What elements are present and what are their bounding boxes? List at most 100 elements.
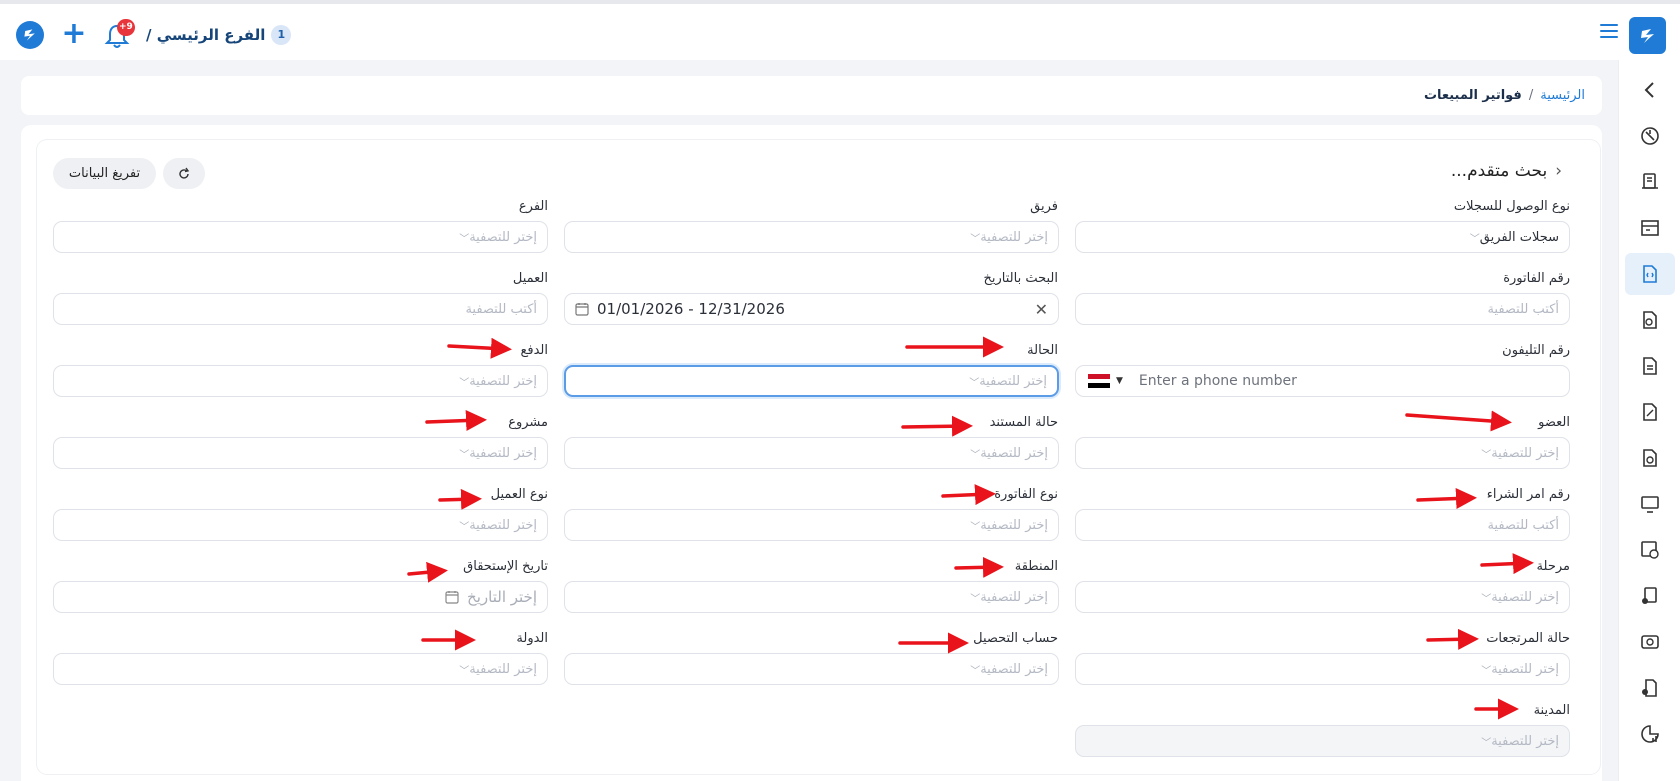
po-number-input[interactable]: أكتب للتصفية xyxy=(1075,509,1570,541)
breadcrumb-separator: / xyxy=(1528,88,1534,103)
dashboard-icon[interactable] xyxy=(1625,115,1675,157)
member-select[interactable]: إختر للتصفية ﹀ xyxy=(1075,437,1570,469)
branch-label: الفرع xyxy=(518,199,548,214)
record-access-type-select[interactable]: سجلات الفريق ﹀ xyxy=(1075,221,1570,253)
city-label: المدينة xyxy=(1533,703,1570,718)
chevron-down-icon: ﹀ xyxy=(459,521,470,533)
documents-icon[interactable] xyxy=(1625,345,1675,387)
returns-status-select[interactable]: إختر للتصفية ﹀ xyxy=(1075,653,1570,685)
breadcrumb-home-link[interactable]: الرئيسية xyxy=(1540,88,1585,103)
chevron-down-icon: ﹀ xyxy=(459,377,470,389)
breadcrumb-current: فواتير المبيعات xyxy=(1423,88,1522,103)
add-receipt-icon[interactable] xyxy=(1625,575,1675,617)
menu-icon[interactable] xyxy=(1600,24,1618,40)
member-label: العضو xyxy=(1538,415,1570,430)
branch-select[interactable]: إختر للتصفية ﹀ xyxy=(53,221,548,253)
country-label: الدولة xyxy=(516,631,548,646)
project-label: مشروع xyxy=(508,415,548,430)
customer-type-select[interactable]: إختر للتصفية ﹀ xyxy=(53,509,548,541)
credit-notes-icon[interactable] xyxy=(1625,391,1675,433)
chevron-down-icon: ﹀ xyxy=(1481,593,1492,605)
record-access-type-label: نوع الوصول للسجلات xyxy=(1453,199,1570,214)
chevron-down-icon: ﹀ xyxy=(1469,233,1480,245)
payment-select[interactable]: إختر للتصفية ﹀ xyxy=(53,365,548,397)
clear-data-button[interactable]: تفريغ البيانات xyxy=(53,158,156,189)
chevron-down-icon: ﹀ xyxy=(969,377,980,389)
project-select[interactable]: إختر للتصفية ﹀ xyxy=(53,437,548,469)
company-logo-icon[interactable] xyxy=(16,21,44,49)
phone-label: رقم التليفون xyxy=(1502,343,1570,358)
branch-name: الفرع الرئيسي / xyxy=(146,26,266,44)
date-search-label: البحث بالتاريخ xyxy=(983,271,1059,286)
date-range-picker[interactable]: 01/01/2026 - 12/31/2026 ✕ xyxy=(564,293,1059,325)
chevron-down-icon: ﹀ xyxy=(970,593,981,605)
country-select[interactable]: إختر للتصفية ﹀ xyxy=(53,653,548,685)
chevron-down-icon: ﹀ xyxy=(459,233,470,245)
clear-date-icon[interactable]: ✕ xyxy=(1035,300,1048,319)
add-document-icon[interactable] xyxy=(1625,529,1675,571)
store-icon[interactable] xyxy=(1625,207,1675,249)
collapse-chevron-icon[interactable] xyxy=(1625,69,1675,111)
add-icon[interactable]: + xyxy=(59,19,89,50)
calendar-icon xyxy=(445,591,459,604)
invoice-type-select[interactable]: إختر للتصفية ﹀ xyxy=(564,509,1059,541)
chevron-down-icon: ﹀ xyxy=(459,665,470,677)
breadcrumb: الرئيسية / فواتير المبيعات xyxy=(21,76,1602,115)
phone-input[interactable]: ▼ Enter a phone number xyxy=(1075,365,1570,397)
invoice-number-input[interactable]: أكتب للتصفية xyxy=(1075,293,1570,325)
screen-icon[interactable] xyxy=(1625,483,1675,525)
pos-icon[interactable] xyxy=(1625,161,1675,203)
stage-select[interactable]: إختر للتصفية ﹀ xyxy=(1075,581,1570,613)
invoice-type-label: نوع الفاتورة xyxy=(994,487,1058,502)
refresh-button[interactable] xyxy=(163,158,205,189)
country-dropdown-icon[interactable]: ▼ xyxy=(1116,376,1123,386)
due-date-picker[interactable]: إختر التاريخ xyxy=(53,581,548,613)
chevron-down-icon: ﹀ xyxy=(970,233,981,245)
user-document-icon[interactable] xyxy=(1625,667,1675,709)
app-logo-icon[interactable] xyxy=(1629,17,1666,54)
advanced-search-title: بحث متقدم... xyxy=(1450,161,1548,181)
customer-type-label: نوع العميل xyxy=(490,487,548,502)
chevron-down-icon: ﹀ xyxy=(970,665,981,677)
advanced-search-toggle[interactable]: ‹ بحث متقدم... xyxy=(1451,161,1562,181)
calendar-icon xyxy=(575,303,589,316)
payment-label: الدفع xyxy=(520,343,548,358)
phone-placeholder: Enter a phone number xyxy=(1138,373,1297,389)
po-number-label: رقم امر الشراء xyxy=(1486,487,1570,502)
status-label: الحالة xyxy=(1027,343,1058,358)
sidebar xyxy=(1618,60,1680,781)
reports-chart-icon[interactable] xyxy=(1625,713,1675,755)
team-label: فريق xyxy=(1030,199,1058,214)
team-select[interactable]: إختر للتصفية ﹀ xyxy=(564,221,1059,253)
refresh-icon xyxy=(179,167,190,179)
returns-status-label: حالة المرتجعات xyxy=(1486,631,1570,646)
branch-number-badge: 1 xyxy=(271,25,292,45)
cash-icon[interactable] xyxy=(1625,621,1675,663)
due-date-label: تاريخ الإستحقاق xyxy=(463,559,548,574)
region-select[interactable]: إختر للتصفية ﹀ xyxy=(564,581,1059,613)
invoice-number-label: رقم الفاتورة xyxy=(1503,271,1570,286)
chevron-left-icon: ‹ xyxy=(1555,161,1562,181)
customer-input[interactable]: أكتب للتصفية xyxy=(53,293,548,325)
notification-badge: +9 xyxy=(117,19,135,36)
sales-invoices-icon[interactable] xyxy=(1625,253,1675,295)
chevron-down-icon: ﹀ xyxy=(1481,449,1492,461)
region-label: المنطقة xyxy=(1014,559,1058,574)
branch-selector[interactable]: 1 الفرع الرئيسي / xyxy=(146,22,292,48)
customer-label: العميل xyxy=(512,271,548,286)
top-bar: + +9 1 الفرع الرئيسي / xyxy=(0,0,1680,60)
chevron-down-icon: ﹀ xyxy=(970,521,981,533)
collection-account-select[interactable]: إختر للتصفية ﹀ xyxy=(564,653,1059,685)
quotes-icon[interactable] xyxy=(1625,299,1675,341)
document-status-select[interactable]: إختر للتصفية ﹀ xyxy=(564,437,1059,469)
date-range-value: 01/01/2026 - 12/31/2026 xyxy=(597,300,785,318)
document-status-label: حالة المستند xyxy=(989,415,1058,430)
collection-account-label: حساب التحصيل xyxy=(973,631,1058,646)
chevron-down-icon: ﹀ xyxy=(1481,665,1492,677)
egypt-flag-icon[interactable] xyxy=(1088,374,1110,389)
chevron-down-icon: ﹀ xyxy=(459,449,470,461)
status-select[interactable]: إختر للتصفية ﹀ xyxy=(564,365,1059,397)
city-select[interactable]: إختر للتصفية ﹀ xyxy=(1075,725,1570,757)
returns-icon[interactable] xyxy=(1625,437,1675,479)
chevron-down-icon: ﹀ xyxy=(970,449,981,461)
